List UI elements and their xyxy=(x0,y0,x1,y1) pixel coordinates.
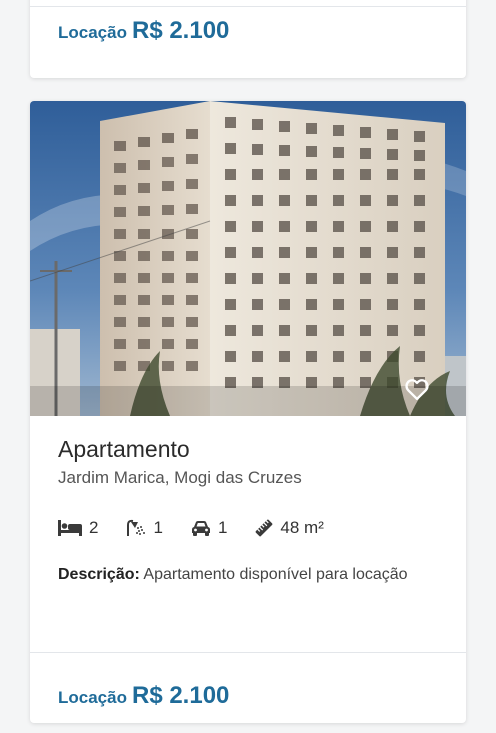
card-divider xyxy=(30,6,466,7)
listing-card-previous[interactable]: Locação R$ 2.100 xyxy=(30,0,466,78)
price-label: Locação xyxy=(58,688,127,707)
bathrooms-count: 1 xyxy=(153,518,163,537)
price-row: Locação R$ 2.100 xyxy=(58,682,229,710)
listing-title: Apartamento xyxy=(58,436,190,462)
favorite-heart-icon[interactable] xyxy=(403,375,431,403)
listing-description: Descrição: Apartamento disponível para l… xyxy=(58,564,418,585)
price-label: Locação xyxy=(58,23,127,42)
ruler-icon xyxy=(255,519,273,537)
bed-icon xyxy=(58,520,82,536)
bedrooms-count: 2 xyxy=(89,518,99,537)
property-photo[interactable] xyxy=(30,101,466,416)
price-row: Locação R$ 2.100 xyxy=(58,17,229,45)
area-value: 48 m² xyxy=(280,518,324,537)
listing-card[interactable]: Apartamento Jardim Marica, Mogi das Cruz… xyxy=(30,101,466,723)
feature-area: 48 m² xyxy=(255,518,324,538)
feature-parking: 1 xyxy=(191,518,227,538)
description-label: Descrição: xyxy=(58,566,140,583)
card-divider xyxy=(30,652,466,653)
description-text: Apartamento disponível para locação xyxy=(143,566,408,583)
listing-address: Jardim Marica, Mogi das Cruzes xyxy=(58,468,302,487)
price-value: R$ 2.100 xyxy=(131,682,230,709)
feature-bedrooms: 2 xyxy=(58,518,98,538)
car-icon xyxy=(191,521,210,536)
apartment-building-image xyxy=(30,101,466,416)
parking-count: 1 xyxy=(217,518,228,537)
shower-icon xyxy=(127,519,146,536)
feature-bathrooms: 1 xyxy=(126,518,163,538)
features-row: 2 1 1 48 m² xyxy=(58,518,352,538)
price-value: R$ 2.100 xyxy=(131,17,230,44)
